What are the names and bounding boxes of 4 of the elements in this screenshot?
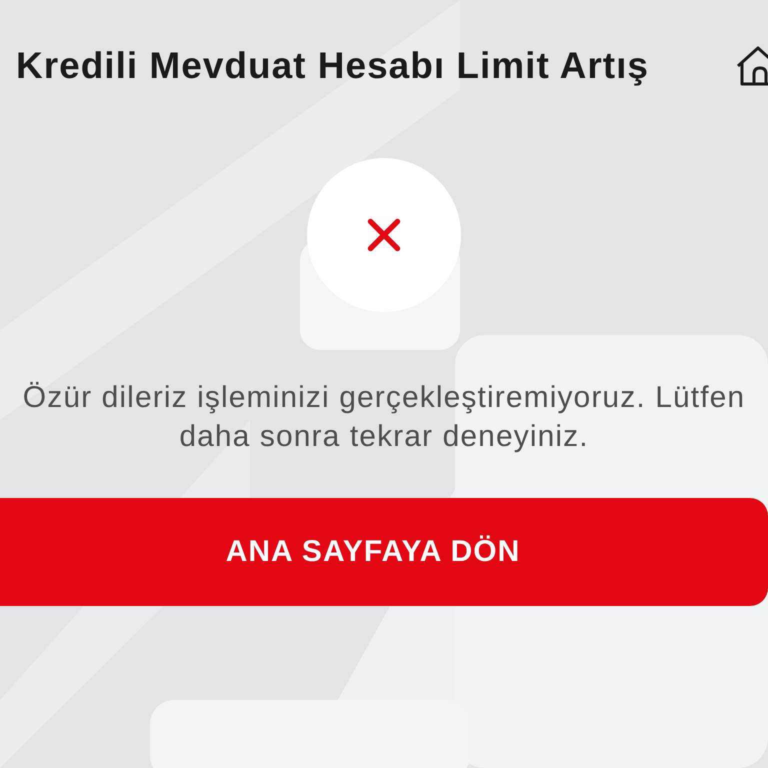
home-icon[interactable] bbox=[736, 44, 768, 88]
page-title: Kredili Mevduat Hesabı Limit Artış bbox=[16, 45, 649, 87]
home-page-button[interactable]: ANA SAYFAYA DÖN bbox=[0, 498, 768, 606]
error-message: Özür dileriz işleminizi gerçekleştiremiyoruz. Lütfen daha sonra tekrar deneyiniz. bbox=[22, 380, 746, 455]
